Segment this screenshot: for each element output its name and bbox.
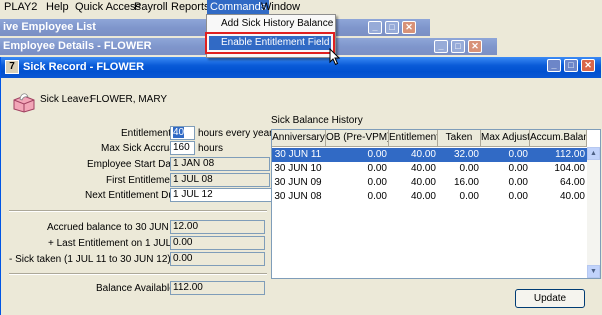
menu-item-label: Add Sick History Balance bbox=[221, 18, 334, 29]
table-row[interactable]: 30 JUN 10 0.00 40.00 0.00 0.00 104.00 bbox=[272, 162, 587, 176]
vertical-scrollbar[interactable]: ▲ ▼ bbox=[587, 147, 600, 278]
sick-leave-label: Sick Leave: bbox=[40, 94, 92, 105]
column-header[interactable]: Taken bbox=[438, 130, 481, 147]
first-entitlement-label: First Entitlement bbox=[106, 175, 179, 186]
menu-item-add-sick-history-balance[interactable]: Add Sick History Balance bbox=[207, 15, 335, 33]
menu-play2[interactable]: PLAY2 bbox=[4, 1, 37, 13]
table-cell: 0.00 bbox=[367, 177, 387, 188]
accrued-balance-label: Accrued balance to 30 JUN 11 bbox=[47, 222, 182, 233]
menu-payroll[interactable]: Payroll bbox=[134, 1, 168, 13]
column-header[interactable]: Entitlement bbox=[389, 130, 438, 147]
update-button[interactable]: Update bbox=[515, 289, 585, 308]
sick-taken-label: - Sick taken (1 JUL 11 to 30 JUN 12) bbox=[9, 254, 171, 265]
last-entitlement-label: + Last Entitlement on 1 JUL 11 bbox=[48, 238, 184, 249]
table-row[interactable]: 30 JUN 09 0.00 40.00 16.00 0.00 64.00 bbox=[272, 176, 587, 190]
table-header: Anniversary OB (Pre-VPM) Entitlement Tak… bbox=[272, 130, 587, 147]
minimize-icon[interactable]: _ bbox=[547, 59, 561, 72]
mouse-cursor-icon bbox=[329, 48, 341, 66]
menu-bar: PLAY2 Help Quick Access Payroll Reports … bbox=[0, 0, 602, 14]
close-icon[interactable]: ✕ bbox=[402, 21, 416, 34]
menu-commands[interactable]: Commands bbox=[207, 0, 270, 14]
table-cell: 0.00 bbox=[367, 191, 387, 202]
next-entitlement-due-label: Next Entitlement Due bbox=[85, 190, 180, 201]
table-cell: 40.00 bbox=[559, 191, 585, 202]
max-sick-accrual-unit: hours bbox=[198, 143, 224, 154]
table-row[interactable]: 30 JUN 08 0.00 40.00 0.00 0.00 40.00 bbox=[272, 190, 587, 204]
entitlement-unit: hours every year bbox=[198, 128, 273, 139]
first-entitlement-field: 1 JUL 08 bbox=[170, 173, 270, 187]
menu-window[interactable]: Window bbox=[261, 1, 300, 13]
table-cell: 30 JUN 08 bbox=[274, 191, 322, 202]
table-cell: 0.00 bbox=[508, 191, 528, 202]
divider bbox=[9, 273, 267, 275]
table-cell: 30 JUN 09 bbox=[274, 177, 322, 188]
entitlement-value: 40 bbox=[173, 127, 185, 138]
table-cell: 40.00 bbox=[410, 177, 436, 188]
table-cell: 16.00 bbox=[453, 177, 479, 188]
menu-reports[interactable]: Reports bbox=[171, 1, 210, 13]
column-header[interactable]: Max Adjust bbox=[481, 130, 530, 147]
entitlement-label: Entitlement bbox=[121, 128, 172, 139]
menu-help[interactable]: Help bbox=[46, 1, 69, 13]
employee-start-date-field: 1 JAN 08 bbox=[170, 157, 270, 171]
table-cell: 30 JUN 11 bbox=[274, 149, 322, 160]
maximize-icon[interactable]: □ bbox=[451, 40, 465, 53]
window-title: ive Employee List bbox=[3, 21, 96, 33]
table-cell: 40.00 bbox=[410, 163, 436, 174]
column-header[interactable]: Accum.Balance bbox=[530, 130, 587, 147]
table-cell: 30 JUN 10 bbox=[274, 163, 322, 174]
table-cell: 112.00 bbox=[555, 149, 585, 160]
table-cell: 0.00 bbox=[508, 177, 528, 188]
minimize-icon[interactable]: _ bbox=[434, 40, 448, 53]
history-title: Sick Balance History bbox=[271, 115, 363, 126]
accrued-balance-field: 12.00 bbox=[170, 220, 265, 234]
table-cell: 0.00 bbox=[367, 149, 387, 160]
close-icon[interactable]: ✕ bbox=[468, 40, 482, 53]
window-title: Sick Record - FLOWER bbox=[23, 61, 145, 73]
balance-available-label: Balance Available bbox=[96, 283, 175, 294]
table-row[interactable]: 30 JUN 11 0.00 40.00 32.00 0.00 112.00 bbox=[272, 148, 587, 162]
divider bbox=[9, 210, 267, 212]
table-cell: 64.00 bbox=[559, 177, 585, 188]
table-cell: 104.00 bbox=[554, 163, 585, 174]
sick-taken-field: 0.00 bbox=[170, 252, 265, 266]
menu-quick-access[interactable]: Quick Access bbox=[75, 1, 141, 13]
highlight-box: Enable Entitlement Field bbox=[205, 32, 335, 54]
title-bar[interactable]: 7 Sick Record - FLOWER _ □ ✕ bbox=[1, 57, 601, 78]
maximize-icon[interactable]: □ bbox=[564, 59, 578, 72]
table-cell: 0.00 bbox=[367, 163, 387, 174]
next-entitlement-due-field[interactable]: 1 JUL 12 bbox=[170, 188, 274, 202]
table-cell: 0.00 bbox=[459, 163, 479, 174]
column-header[interactable]: Anniversary bbox=[272, 130, 326, 147]
balance-available-field: 112.00 bbox=[170, 281, 265, 295]
employee-name: FLOWER, MARY bbox=[90, 94, 168, 105]
close-icon[interactable]: ✕ bbox=[581, 59, 595, 72]
minimize-icon[interactable]: _ bbox=[368, 21, 382, 34]
maximize-icon[interactable]: □ bbox=[385, 21, 399, 34]
max-sick-accrual-field[interactable]: 160 bbox=[170, 141, 195, 155]
last-entitlement-field: 0.00 bbox=[170, 236, 265, 250]
table-cell: 40.00 bbox=[410, 149, 436, 160]
scroll-down-icon[interactable]: ▼ bbox=[587, 265, 600, 278]
tissue-box-icon bbox=[13, 93, 35, 113]
commands-dropdown: Add Sick History Balance Enable Entitlem… bbox=[205, 14, 336, 58]
table-cell: 32.00 bbox=[453, 149, 479, 160]
sick-record-window: 7 Sick Record - FLOWER _ □ ✕ Sick Leave:… bbox=[0, 57, 602, 315]
sick-balance-history-table[interactable]: Anniversary OB (Pre-VPM) Entitlement Tak… bbox=[271, 129, 601, 279]
entitlement-field[interactable]: 40 bbox=[170, 126, 195, 140]
table-cell: 0.00 bbox=[508, 149, 528, 160]
scroll-up-icon[interactable]: ▲ bbox=[587, 147, 600, 160]
employee-start-date-label: Employee Start Date bbox=[87, 159, 180, 170]
column-header[interactable]: OB (Pre-VPM) bbox=[326, 130, 389, 147]
menu-item-enable-entitlement-field[interactable]: Enable Entitlement Field bbox=[209, 36, 331, 50]
window-title: Employee Details - FLOWER bbox=[3, 40, 152, 52]
table-cell: 0.00 bbox=[508, 163, 528, 174]
app-icon: 7 bbox=[5, 60, 19, 74]
max-sick-accrual-label: Max Sick Accrual bbox=[101, 143, 178, 154]
table-cell: 0.00 bbox=[459, 191, 479, 202]
table-cell: 40.00 bbox=[410, 191, 436, 202]
